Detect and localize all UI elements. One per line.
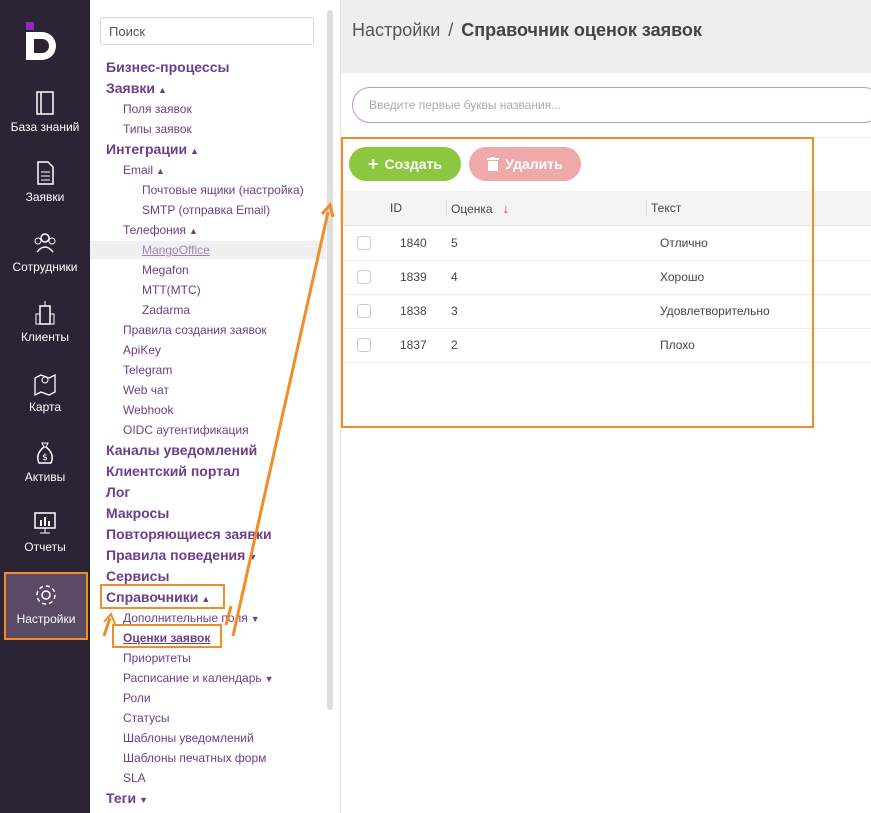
nav-assets[interactable]: $ Активы [0, 440, 90, 500]
document-icon [37, 161, 54, 185]
money-bag-icon: $ [37, 442, 53, 464]
highlight-box-directories [100, 584, 225, 609]
nav-map[interactable]: Карта [0, 370, 90, 430]
expand-arrow-icon[interactable]: ▼ [248, 552, 257, 562]
tree-item-tickets[interactable]: Заявки ▲ [106, 80, 167, 96]
nav-label: Заявки [25, 190, 65, 204]
tree-item-apikey[interactable]: ApiKey [123, 343, 161, 357]
tree-item-mangooffice[interactable]: MangoOffice [142, 243, 210, 257]
tree-item-mtt[interactable]: МТТ(МТС) [142, 283, 201, 297]
tree-item-statuses[interactable]: Статусы [123, 711, 170, 725]
settings-tree: Бизнес-процессы Заявки▲ Поля заявок Типы… [90, 0, 341, 813]
nav-label: Отчеты [24, 540, 66, 554]
tree-item-web-chat[interactable]: Web чат [123, 383, 169, 397]
tree-item-ticket-fields[interactable]: Поля заявок [123, 102, 192, 116]
tree-item-integrations[interactable]: Интеграции ▲ [106, 141, 199, 157]
expand-arrow-icon[interactable]: ▼ [139, 795, 148, 805]
nav-label: Клиенты [20, 330, 70, 344]
tree-scrollbar[interactable] [327, 10, 333, 710]
main-nav-rail: База знаний Заявки Сотрудники Клиенты Ка… [0, 0, 90, 813]
tree-item-sla[interactable]: SLA [123, 771, 146, 785]
tree-search-input[interactable] [100, 17, 314, 45]
expand-arrow-icon[interactable]: ▼ [251, 614, 260, 624]
nav-label: Настройки [16, 612, 76, 626]
collapse-arrow-icon[interactable]: ▲ [156, 166, 165, 176]
svg-text:$: $ [42, 453, 48, 463]
people-icon [34, 233, 56, 253]
tree-item-print-templates[interactable]: Шаблоны печатных форм [123, 751, 266, 765]
tree-item-ticket-types[interactable]: Типы заявок [123, 122, 192, 136]
tree-item-log[interactable]: Лог [106, 484, 130, 500]
tree-item-additional-fields[interactable]: Дополнительные поля ▼ [123, 611, 260, 625]
tree-item-telephony[interactable]: Телефония ▲ [123, 223, 198, 237]
page-header: Настройки / Справочник оценок заявок [341, 0, 871, 73]
tree-item-webhook[interactable]: Webhook [123, 403, 173, 417]
tree-item-oidc[interactable]: OIDC аутентификация [123, 423, 249, 437]
gear-icon [36, 585, 56, 605]
nav-reports[interactable]: Отчеты [0, 510, 90, 570]
tree-item-client-portal[interactable]: Клиентский портал [106, 463, 240, 479]
highlight-box-ticket-ratings [112, 624, 222, 648]
nav-label: Активы [24, 470, 66, 484]
page-title: Справочник оценок заявок [461, 20, 702, 40]
collapse-arrow-icon[interactable]: ▲ [189, 226, 198, 236]
nav-tickets[interactable]: Заявки [0, 160, 90, 220]
building-icon [35, 301, 55, 325]
tree-item-schedule-calendar[interactable]: Расписание и календарь ▼ [123, 671, 274, 685]
nav-employees[interactable]: Сотрудники [0, 230, 90, 290]
nav-label: Сотрудники [12, 260, 78, 274]
tree-item-roles[interactable]: Роли [123, 691, 151, 705]
tree-item-business-processes[interactable]: Бизнес-процессы [106, 59, 229, 75]
nav-label: База знаний [10, 120, 80, 134]
tree-item-megafon[interactable]: Megafon [142, 263, 189, 277]
nav-settings[interactable]: Настройки [4, 572, 88, 640]
tree-item-macros[interactable]: Макросы [106, 505, 169, 521]
tree-item-priorities[interactable]: Приоритеты [123, 651, 191, 665]
collapse-arrow-icon[interactable]: ▲ [158, 85, 167, 95]
nav-clients[interactable]: Клиенты [0, 300, 90, 360]
book-icon [36, 91, 54, 115]
tree-item-notification-channels[interactable]: Каналы уведомлений [106, 442, 257, 458]
breadcrumb-root[interactable]: Настройки [352, 20, 440, 40]
tree-item-zadarma[interactable]: Zadarma [142, 303, 190, 317]
tree-item-email[interactable]: Email ▲ [123, 163, 165, 177]
main-content: Настройки/Справочник оценок заявок + Соз… [341, 0, 871, 813]
tree-item-recurring-tickets[interactable]: Повторяющиеся заявки [106, 526, 272, 542]
breadcrumb-separator: / [448, 20, 454, 40]
tree-item-mailboxes[interactable]: Почтовые ящики (настройка) [142, 183, 304, 197]
tree-item-services[interactable]: Сервисы [106, 568, 169, 584]
tree-item-tags[interactable]: Теги ▼ [106, 790, 148, 806]
tree-item-notification-templates[interactable]: Шаблоны уведомлений [123, 731, 254, 745]
collapse-arrow-icon[interactable]: ▲ [190, 146, 199, 156]
tree-item-telegram[interactable]: Telegram [123, 363, 172, 377]
tree-item-ticket-creation-rules[interactable]: Правила создания заявок [123, 323, 267, 337]
nav-label: Карта [28, 400, 62, 414]
breadcrumb: Настройки / Справочник оценок заявок [352, 20, 702, 41]
expand-arrow-icon[interactable]: ▼ [265, 674, 274, 684]
tree-item-smtp[interactable]: SMTP (отправка Email) [142, 203, 270, 217]
nav-knowledge-base[interactable]: База знаний [0, 90, 90, 150]
chart-monitor-icon [34, 512, 56, 534]
map-icon [34, 373, 56, 396]
tree-item-behavior-rules[interactable]: Правила поведения ▼ [106, 547, 257, 563]
highlight-box-table [341, 137, 814, 428]
search-input[interactable] [352, 87, 871, 123]
app-logo [26, 22, 56, 60]
